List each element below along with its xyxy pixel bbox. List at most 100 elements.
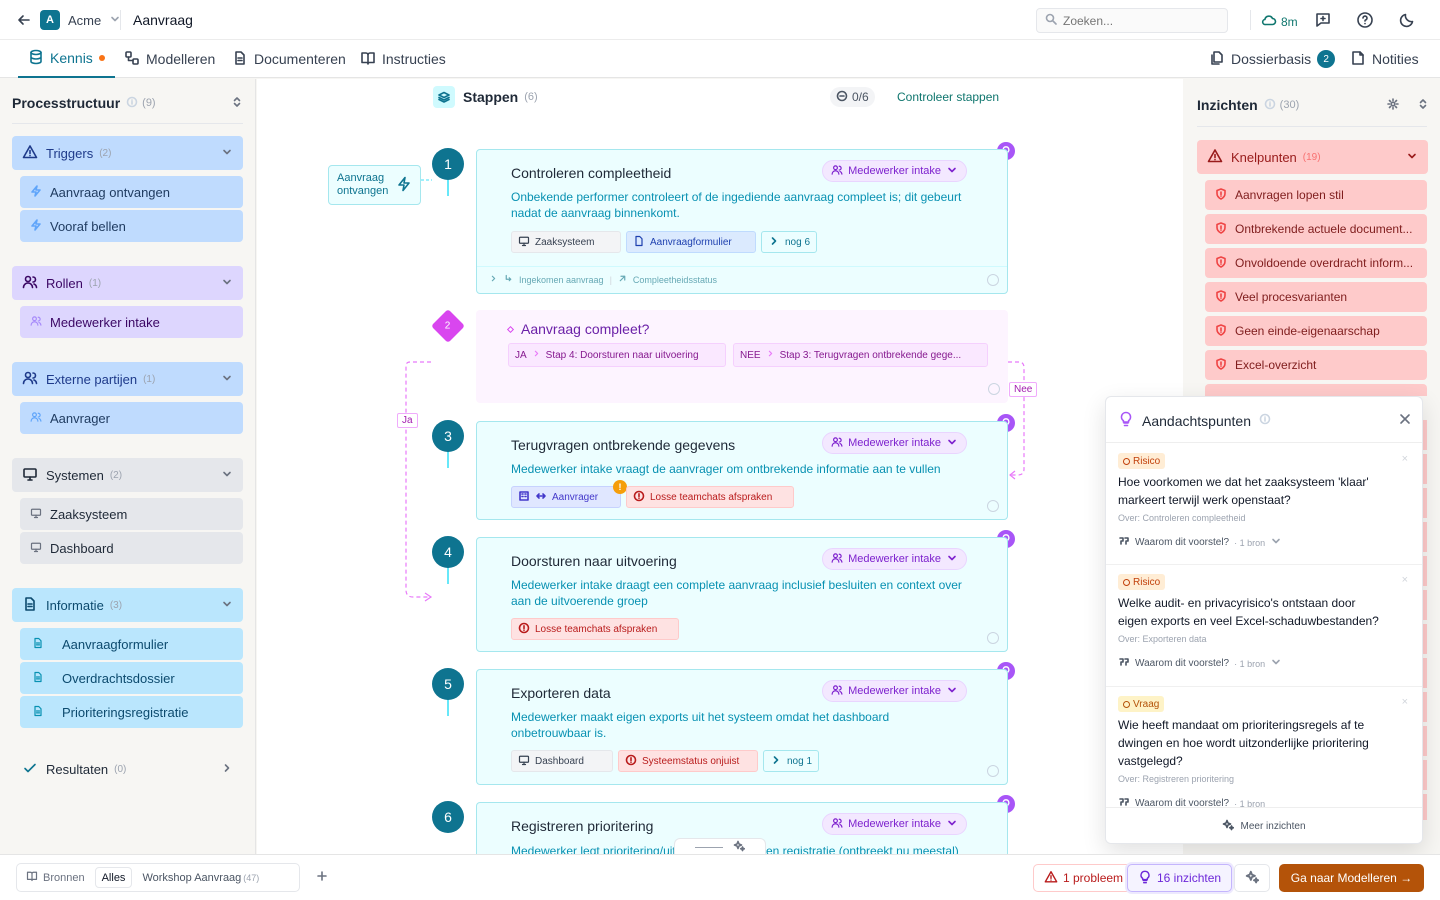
- help-icon[interactable]: [1356, 11, 1374, 32]
- system-chip[interactable]: Dashboard: [511, 750, 613, 772]
- problem-chip[interactable]: Losse teamchats afspraken: [626, 486, 794, 508]
- external-party-chip[interactable]: Aanvrager: [511, 486, 621, 508]
- tab-kennis[interactable]: Kennis: [18, 40, 115, 78]
- dismiss-icon[interactable]: ×: [1402, 453, 1408, 465]
- information-item[interactable]: Prioriteringsregistratie: [20, 696, 243, 728]
- settings-icon[interactable]: [987, 500, 999, 512]
- plus-icon[interactable]: [316, 870, 328, 885]
- flow-out-label: Compleetheidsstatus: [632, 274, 717, 285]
- settings-icon[interactable]: [988, 383, 1000, 395]
- system-item[interactable]: Dashboard: [20, 532, 243, 564]
- role-selector[interactable]: Medewerker intake: [822, 548, 967, 570]
- decision-card[interactable]: Aanvraag compleet? JA Stap 4: Doorsturen…: [476, 310, 1008, 403]
- why-toggle[interactable]: Waarom dit voorstel? · 1 bron: [1118, 796, 1265, 807]
- more-insights-button[interactable]: Meer inzichten: [1106, 807, 1422, 843]
- step-card[interactable]: Exporteren data Medewerker intake Medewe…: [476, 669, 1008, 785]
- settings-icon[interactable]: [987, 632, 999, 644]
- trigger-item[interactable]: Aanvraag ontvangen: [20, 176, 243, 208]
- moon-icon[interactable]: [1398, 11, 1416, 32]
- system-item[interactable]: Zaaksysteem: [20, 498, 243, 530]
- source-count: · 1 bron: [1234, 537, 1266, 548]
- knelpunt-item[interactable]: Onvoldoende overdracht inform...: [1205, 248, 1427, 278]
- group-externe-partijen[interactable]: Externe partijen (1): [12, 362, 243, 396]
- arrow-left-icon[interactable]: [16, 12, 32, 31]
- sparkles-icon: [1245, 870, 1260, 887]
- external-party-item[interactable]: Aanvrager: [20, 402, 243, 434]
- more-chip[interactable]: nog 1: [763, 750, 820, 772]
- close-icon[interactable]: [1398, 412, 1412, 429]
- tab-modelleren[interactable]: Modelleren: [124, 40, 215, 78]
- chevrons-up-down-icon[interactable]: [1417, 98, 1429, 113]
- information-item[interactable]: Aanvraagformulier: [20, 628, 243, 660]
- insights-button[interactable]: 16 inzichten: [1127, 864, 1233, 892]
- search-input[interactable]: [1063, 13, 1213, 28]
- notities-button[interactable]: Notities: [1350, 40, 1419, 78]
- knelpunt-item[interactable]: Ontbrekende actuele document...: [1205, 214, 1427, 244]
- drag-handle[interactable]: [695, 847, 723, 848]
- chevrons-up-down-icon[interactable]: [231, 96, 243, 111]
- tab-documenteren[interactable]: Documenteren: [232, 40, 346, 78]
- sync-status[interactable]: 8m: [1261, 12, 1298, 31]
- warning-badge[interactable]: !: [613, 480, 627, 494]
- group-resultaten[interactable]: Resultaten (0): [12, 752, 243, 786]
- role-selector[interactable]: Medewerker intake: [822, 813, 967, 835]
- dismiss-icon[interactable]: ×: [1402, 696, 1408, 708]
- role-selector[interactable]: Medewerker intake: [822, 160, 967, 182]
- item-label: Zaaksysteem: [50, 506, 128, 522]
- settings-icon[interactable]: [1387, 97, 1399, 113]
- step-title: Registreren prioritering: [511, 818, 654, 834]
- insight-item[interactable]: Vraag × Wie heeft mandaat om prioriterin…: [1106, 687, 1422, 807]
- knelpunt-item[interactable]: Veel procesvarianten: [1205, 282, 1427, 312]
- group-label: Knelpunten: [1231, 149, 1297, 165]
- trigger-node[interactable]: Aanvraag ontvangen: [328, 165, 421, 205]
- filter-all-button[interactable]: Alles: [94, 867, 133, 888]
- dismiss-icon[interactable]: ×: [1402, 574, 1408, 586]
- workshop-filter[interactable]: Workshop Aanvraag (47): [136, 872, 265, 884]
- group-knelpunten[interactable]: Knelpunten (19): [1197, 140, 1428, 174]
- message-plus-icon[interactable]: [1314, 11, 1332, 32]
- ai-assist-button[interactable]: [1234, 864, 1270, 892]
- sources-tab[interactable]: Bronnen: [20, 870, 91, 885]
- settings-icon[interactable]: [987, 274, 999, 286]
- settings-icon[interactable]: [987, 765, 999, 777]
- insight-item[interactable]: Risico × Welke audit- en privacyrisico's…: [1106, 565, 1422, 687]
- information-chip[interactable]: Aanvraagformulier: [626, 231, 756, 253]
- role-item[interactable]: Medewerker intake: [20, 306, 243, 338]
- check-steps-button[interactable]: Controleer stappen: [897, 90, 999, 104]
- item-label: Dashboard: [50, 540, 114, 556]
- chip-label: Aanvrager: [552, 491, 599, 503]
- go-to-modelleren-button[interactable]: Ga naar Modelleren →: [1279, 864, 1424, 892]
- group-informatie[interactable]: Informatie (3): [12, 588, 243, 622]
- step-card[interactable]: Doorsturen naar uitvoering Medewerker in…: [476, 537, 1008, 652]
- group-rollen[interactable]: Rollen (1): [12, 266, 243, 300]
- flow-io: Ingekomen aanvraag | Compleetheidsstatus: [489, 274, 717, 285]
- knelpunt-item[interactable]: Excel-overzicht: [1205, 350, 1427, 380]
- role-selector[interactable]: Medewerker intake: [822, 680, 967, 702]
- knelpunt-item[interactable]: Aanvragen lopen stil: [1205, 180, 1427, 210]
- users-icon: [831, 552, 843, 567]
- problems-button[interactable]: 1 probleem: [1033, 864, 1135, 892]
- search-box[interactable]: [1036, 8, 1228, 33]
- insight-item[interactable]: Risico × Hoe voorkomen we dat het zaaksy…: [1106, 443, 1422, 565]
- system-chip[interactable]: Zaaksysteem: [511, 231, 621, 253]
- group-systemen[interactable]: Systemen (2): [12, 458, 243, 492]
- sparkles-icon[interactable]: [733, 840, 746, 855]
- tab-instructies[interactable]: Instructies: [360, 40, 446, 78]
- problem-chip[interactable]: Losse teamchats afspraken: [511, 618, 679, 640]
- yes-branch[interactable]: JA Stap 4: Doorsturen naar uitvoering: [508, 343, 726, 367]
- why-toggle[interactable]: Waarom dit voorstel? · 1 bron: [1118, 656, 1282, 671]
- no-branch[interactable]: NEE Stap 3: Terugvragen ontbrekende gege…: [733, 343, 988, 367]
- org-switcher[interactable]: A Acme: [40, 10, 121, 30]
- problem-chip[interactable]: Systeemstatus onjuist: [618, 750, 758, 772]
- information-item[interactable]: Overdrachtsdossier: [20, 662, 243, 694]
- insight-context: Over: Controleren compleetheid: [1118, 513, 1246, 523]
- step-card[interactable]: Terugvragen ontbrekende gegevens Medewer…: [476, 421, 1008, 520]
- step-card[interactable]: Controleren compleetheid Medewerker inta…: [476, 149, 1008, 294]
- group-triggers[interactable]: Triggers (2): [12, 136, 243, 170]
- knelpunt-item[interactable]: Geen einde-eigenaarschap: [1205, 316, 1427, 346]
- trigger-item[interactable]: Vooraf bellen: [20, 210, 243, 242]
- dossierbasis-button[interactable]: Dossierbasis 2: [1209, 40, 1336, 78]
- why-toggle[interactable]: Waarom dit voorstel? · 1 bron: [1118, 535, 1282, 550]
- more-chip[interactable]: nog 6: [761, 231, 818, 253]
- role-selector[interactable]: Medewerker intake: [822, 432, 967, 454]
